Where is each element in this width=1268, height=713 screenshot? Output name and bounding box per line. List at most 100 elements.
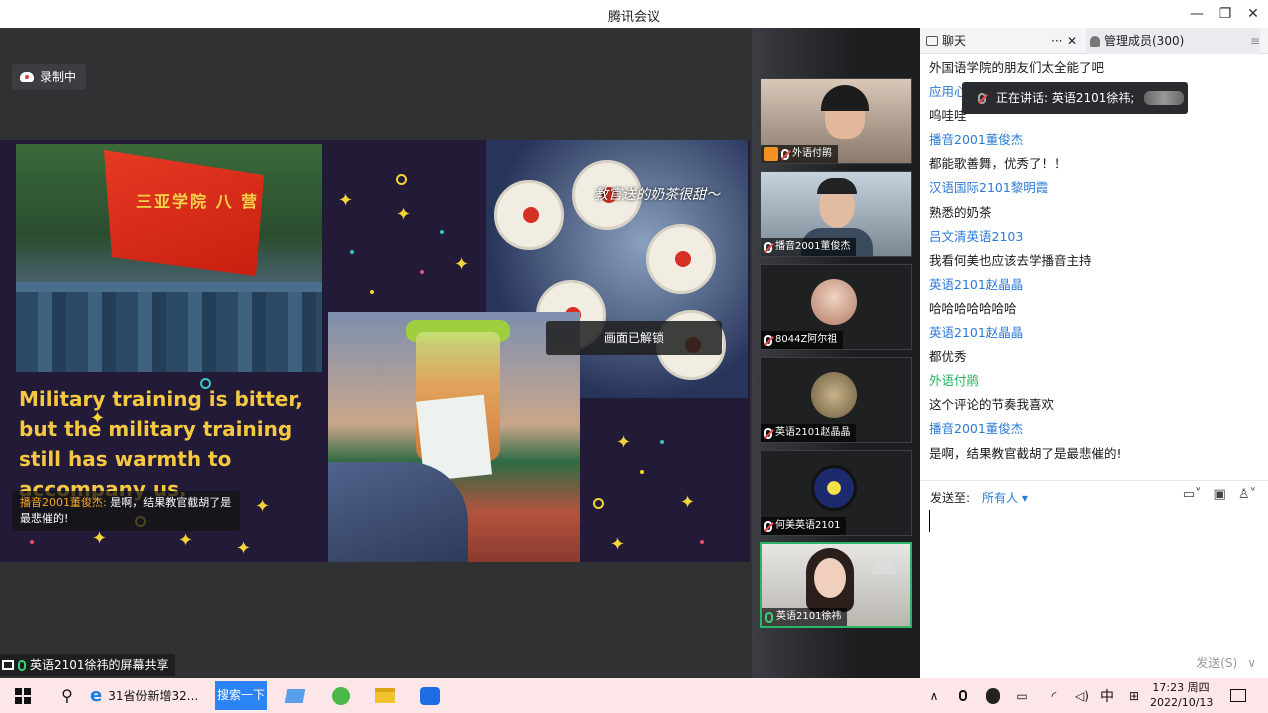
close-button[interactable]: ✕ [1240,4,1266,24]
military-photo: 三亚学院 八 营 [16,144,322,372]
send-button[interactable]: 发送(S) [1196,654,1237,671]
tea-cup [494,180,564,250]
participant-hair [821,85,869,111]
start-button[interactable] [8,678,38,713]
dot-decoration [700,540,704,544]
taskbar-clock[interactable]: 17:23 周四 2022/10/13 [1150,680,1213,710]
dot-decoration [660,440,664,444]
chat-sender-name[interactable]: 英语2101赵晶晶 [929,321,1259,345]
taskbar-search-button[interactable]: 搜索一下 [215,681,267,710]
taskbar-browser[interactable]: e 31省份新增32... [90,678,210,713]
microphone-tray-icon[interactable] [954,678,972,713]
video-tile[interactable]: 8044Z阿尔祖 [760,264,912,350]
app-glyph [420,686,440,705]
send-options-icon[interactable]: ∨ [1247,656,1256,670]
browser-360-icon[interactable] [328,678,354,713]
participant-name: 外语付鹃 [792,148,832,159]
star-decoration: ✦ [92,528,108,549]
volume-icon[interactable]: ◁) [1072,678,1092,713]
participant-avatar [811,279,857,325]
minimize-button[interactable]: — [1184,4,1210,24]
ime-indicator[interactable]: 中 [1098,678,1116,713]
maximize-button[interactable]: ❐ [1212,4,1238,24]
notification-icon[interactable] [1226,678,1250,713]
search-icon[interactable]: ⚲ [54,678,80,713]
camo-arm [328,462,468,562]
share-label-text: 英语2101徐祎的屏幕共享 [30,658,169,672]
slide-caption: Military training is bitter, but the mil… [19,387,303,501]
chat-tabs: 聊天 ··· ✕ 管理成员(300) ≡ [920,28,1268,54]
video-tile[interactable]: 英语2101赵晶晶 [760,357,912,443]
app-glyph [375,688,395,703]
send-to-dropdown[interactable]: 所有人 ▾ [982,489,1028,506]
tile-label: 英语2101赵晶晶 [761,424,857,442]
tencent-meeting-icon[interactable] [416,678,444,713]
app-glyph [1230,689,1246,702]
mic-on-icon [765,611,773,623]
tab-chat-label: 聊天 [942,34,967,48]
chat-sender-name[interactable]: 英语2101赵晶晶 [929,273,1259,297]
participant-name: 何美英语2101 [775,520,841,531]
participant-avatar [811,465,857,511]
unlock-notice: 画面已解锁 [546,321,722,355]
tray-expand-icon[interactable]: ∧ [926,678,942,713]
dot-decoration [350,250,354,254]
folder-icon[interactable]: ▭˅ [1183,487,1202,502]
chat-divider [920,480,1268,481]
tab-members[interactable]: 管理成员(300) [1086,28,1260,54]
tab-more-button[interactable]: ··· [1051,28,1062,54]
chat-message-text: 是啊，结果教官截胡了是最悲催的! [929,445,1122,461]
chat-panel: 聊天 ··· ✕ 管理成员(300) ≡ 外国语学院的朋友们太全能了吧 应用心理… [920,28,1268,678]
mic-on-icon [18,659,26,671]
tile-label: 英语2101徐祎 [762,608,848,626]
browser-icon: e [90,685,103,706]
dot-decoration [370,290,374,294]
app-glyph [986,687,1000,704]
chat-input-cursor[interactable] [929,510,930,532]
video-tile[interactable]: 播音2001董俊杰 [760,171,912,257]
tile-label: 8044Z阿尔祖 [761,331,844,349]
ring-decoration [593,498,604,509]
chat-message-list[interactable]: 外国语学院的朋友们太全能了吧 应用心理2201郝弥 呜哇哇 播音2001董俊杰 … [929,56,1259,466]
chat-sender-name[interactable]: 播音2001董俊杰 [929,417,1259,441]
recording-label: 录制中 [40,70,77,84]
chat-bubble-overlay: 播音2001董俊杰: 是啊，结果教官截胡了是最悲催的! [12,491,240,531]
host-icon [764,147,778,161]
star-decoration: ✦ [610,534,626,555]
chat-message-text: 这个评论的节奏我喜欢 [929,397,1055,413]
screenshot-icon[interactable]: ▣ [1214,487,1226,502]
video-tile[interactable]: 何美英语2101 [760,450,912,536]
mic-muted-icon [764,427,772,439]
chat-sender-name[interactable]: 播音2001董俊杰 [929,128,1259,152]
qq-tray-icon[interactable] [984,678,1002,713]
chat-message-text: 都能歌善舞，优秀了！！ [929,156,1067,172]
app-icon[interactable] [282,678,308,713]
user-options-icon[interactable]: ♙˅ [1238,487,1256,502]
chat-message-text: 熟悉的奶茶 [929,204,992,220]
battery-icon[interactable]: ▭ [1012,678,1032,713]
screen-share-label[interactable]: 英语2101徐祎的屏幕共享 [0,654,175,676]
tab-close-button[interactable]: ✕ [1067,28,1077,54]
screen-share-area[interactable]: 录制中 三亚学院 八 营 教官送的奶茶很甜～ Military training… [0,28,752,678]
meeting-window: 腾讯会议 — ❐ ✕ 录制中 三亚学院 八 营 教官送的奶茶很甜～ Milita… [0,0,1268,713]
chat-sender-name[interactable]: 汉语国际2101黎明霞 [929,176,1259,200]
speaking-text: 正在讲话: 英语2101徐祎; [996,91,1135,105]
dot-decoration [420,270,424,274]
star-decoration: ✦ [90,408,106,429]
chat-host-name[interactable]: 外语付鹃 [929,369,1259,393]
title-bar: 腾讯会议 — ❐ ✕ [0,0,1268,28]
keyboard-icon[interactable]: ⊞ [1124,678,1144,713]
wifi-icon[interactable]: ◜ [1044,678,1064,713]
soldiers-crowd [16,282,322,372]
chat-sender-name[interactable]: 吕文清英语2103 [929,225,1259,249]
video-tile[interactable]: 外语付鹃 [760,78,912,164]
file-explorer-icon[interactable] [372,678,398,713]
recording-indicator[interactable]: 录制中 [12,64,87,90]
participant-face [814,558,846,598]
send-to-row: 发送至: 所有人 ▾ [930,489,1028,506]
video-tile-active[interactable]: 英语2101徐祎 [760,542,912,628]
tile-label: 外语付鹃 [761,145,838,163]
mic-muted-icon [978,92,986,104]
panel-menu-icon[interactable]: ≡ [1244,28,1266,54]
tab-chat[interactable]: 聊天 [926,28,966,54]
